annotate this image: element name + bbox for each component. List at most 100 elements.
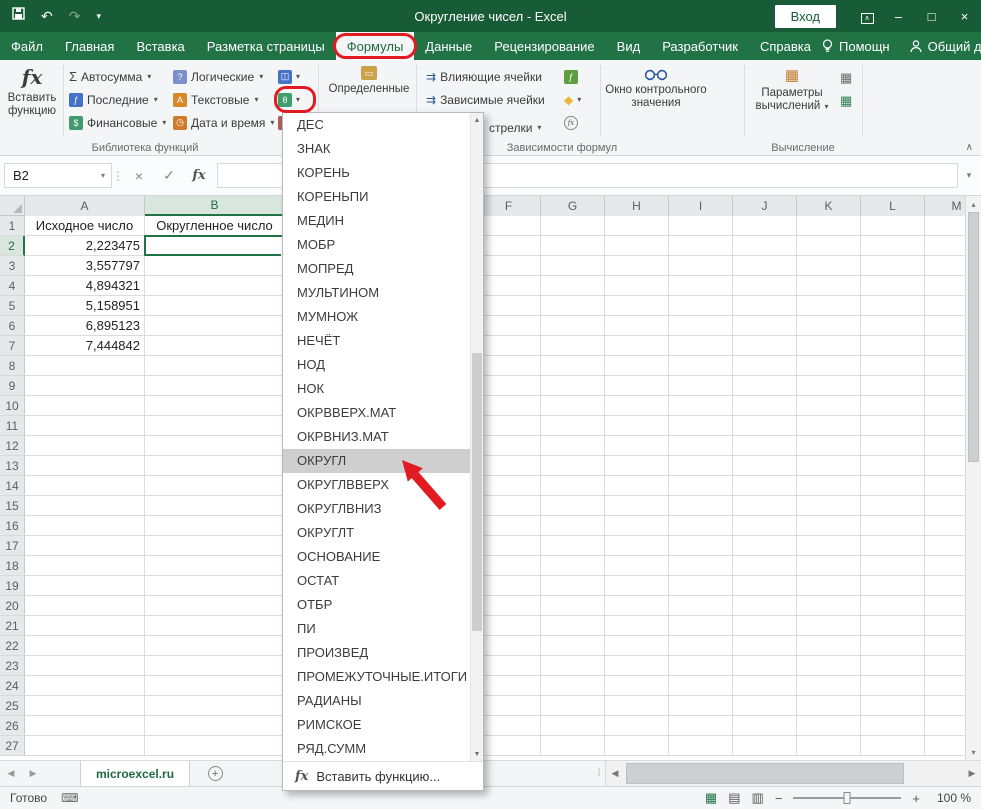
- defined-names-button[interactable]: ▭ Определенные: [326, 66, 412, 96]
- cell-L18[interactable]: [861, 556, 925, 576]
- cell-B6[interactable]: [145, 316, 285, 336]
- cell-F1[interactable]: [477, 216, 541, 236]
- cell-H16[interactable]: [605, 516, 669, 536]
- cell-J20[interactable]: [733, 596, 797, 616]
- cell-G24[interactable]: [541, 676, 605, 696]
- cell-K5[interactable]: [797, 296, 861, 316]
- cell-J8[interactable]: [733, 356, 797, 376]
- cell-A7[interactable]: 7,444842: [25, 336, 145, 356]
- cell-G6[interactable]: [541, 316, 605, 336]
- evaluate-formula-button[interactable]: fx: [564, 112, 598, 133]
- cell-B21[interactable]: [145, 616, 285, 636]
- cell-G18[interactable]: [541, 556, 605, 576]
- cell-K25[interactable]: [797, 696, 861, 716]
- cell-L8[interactable]: [861, 356, 925, 376]
- cell-G12[interactable]: [541, 436, 605, 456]
- menu-item-ОКРВНИЗ.МАТ[interactable]: ОКРВНИЗ.МАТ: [283, 425, 470, 449]
- cell-F7[interactable]: [477, 336, 541, 356]
- cell-J4[interactable]: [733, 276, 797, 296]
- cell-I7[interactable]: [669, 336, 733, 356]
- column-header-G[interactable]: G: [541, 196, 605, 216]
- sign-in-button[interactable]: Вход: [775, 5, 836, 28]
- cell-L21[interactable]: [861, 616, 925, 636]
- row-header-18[interactable]: 18: [0, 556, 25, 576]
- sheet-nav-right-icon[interactable]: ▶: [22, 761, 44, 786]
- cell-H7[interactable]: [605, 336, 669, 356]
- cell-B26[interactable]: [145, 716, 285, 736]
- menu-insert-function-item[interactable]: fx Вставить функцию...: [283, 761, 483, 790]
- cell-G22[interactable]: [541, 636, 605, 656]
- cell-M21[interactable]: [925, 616, 965, 636]
- cell-G25[interactable]: [541, 696, 605, 716]
- cell-I2[interactable]: [669, 236, 733, 256]
- menu-item-ОТБР[interactable]: ОТБР: [283, 593, 470, 617]
- cell-A18[interactable]: [25, 556, 145, 576]
- cell-A20[interactable]: [25, 596, 145, 616]
- name-box-caret-icon[interactable]: ▾: [95, 171, 111, 180]
- menu-scroll-up-icon[interactable]: ▲: [471, 113, 483, 127]
- row-header-22[interactable]: 22: [0, 636, 25, 656]
- cell-J1[interactable]: [733, 216, 797, 236]
- scroll-up-icon[interactable]: ▴: [966, 196, 981, 212]
- menu-item-ПИ[interactable]: ПИ: [283, 617, 470, 641]
- menu-item-КОРЕНЬ[interactable]: КОРЕНЬ: [283, 161, 470, 185]
- cell-F12[interactable]: [477, 436, 541, 456]
- cell-B5[interactable]: [145, 296, 285, 316]
- menu-item-ОКРУГЛТ[interactable]: ОКРУГЛТ: [283, 521, 470, 545]
- cell-H25[interactable]: [605, 696, 669, 716]
- calculation-options-button[interactable]: ▦ Параметры вычислений ▾: [750, 66, 834, 113]
- cell-G13[interactable]: [541, 456, 605, 476]
- cell-B11[interactable]: [145, 416, 285, 436]
- cell-G19[interactable]: [541, 576, 605, 596]
- cell-L27[interactable]: [861, 736, 925, 756]
- error-checking-button[interactable]: ◆ ▾: [564, 89, 598, 110]
- cell-K6[interactable]: [797, 316, 861, 336]
- column-header-A[interactable]: A: [25, 196, 145, 216]
- cell-K23[interactable]: [797, 656, 861, 676]
- cell-K9[interactable]: [797, 376, 861, 396]
- cell-I26[interactable]: [669, 716, 733, 736]
- calculate-sheet-icon[interactable]: ▦: [840, 93, 852, 109]
- cell-G11[interactable]: [541, 416, 605, 436]
- cell-H27[interactable]: [605, 736, 669, 756]
- menu-scrollbar[interactable]: ▲ ▼: [470, 113, 483, 761]
- cell-I8[interactable]: [669, 356, 733, 376]
- financial-button[interactable]: $ Финансовые ▾: [67, 112, 168, 133]
- cell-J24[interactable]: [733, 676, 797, 696]
- cell-G27[interactable]: [541, 736, 605, 756]
- menu-item-НЕЧЁТ[interactable]: НЕЧЁТ: [283, 329, 470, 353]
- cell-H23[interactable]: [605, 656, 669, 676]
- cell-J11[interactable]: [733, 416, 797, 436]
- cell-A24[interactable]: [25, 676, 145, 696]
- cell-I20[interactable]: [669, 596, 733, 616]
- cell-F26[interactable]: [477, 716, 541, 736]
- cell-L16[interactable]: [861, 516, 925, 536]
- cell-A25[interactable]: [25, 696, 145, 716]
- cell-M5[interactable]: [925, 296, 965, 316]
- sheet-nav-left-icon[interactable]: ◀: [0, 761, 22, 786]
- cell-M23[interactable]: [925, 656, 965, 676]
- cell-L19[interactable]: [861, 576, 925, 596]
- cell-I13[interactable]: [669, 456, 733, 476]
- cell-K7[interactable]: [797, 336, 861, 356]
- cell-K26[interactable]: [797, 716, 861, 736]
- cell-H20[interactable]: [605, 596, 669, 616]
- cell-F6[interactable]: [477, 316, 541, 336]
- cell-H19[interactable]: [605, 576, 669, 596]
- menu-item-НОК[interactable]: НОК: [283, 377, 470, 401]
- cell-G15[interactable]: [541, 496, 605, 516]
- show-formulas-button[interactable]: ƒ: [564, 66, 598, 87]
- cell-B3[interactable]: [145, 256, 285, 276]
- cell-M1[interactable]: [925, 216, 965, 236]
- cell-H22[interactable]: [605, 636, 669, 656]
- cell-M10[interactable]: [925, 396, 965, 416]
- tab-Рецензирование[interactable]: Рецензирование: [483, 32, 605, 60]
- cell-K4[interactable]: [797, 276, 861, 296]
- cell-H12[interactable]: [605, 436, 669, 456]
- cell-B22[interactable]: [145, 636, 285, 656]
- lookup-reference-button[interactable]: ◫ ▾: [278, 66, 312, 87]
- cell-F21[interactable]: [477, 616, 541, 636]
- cell-L7[interactable]: [861, 336, 925, 356]
- zoom-level-label[interactable]: 100 %: [931, 791, 971, 805]
- cell-H13[interactable]: [605, 456, 669, 476]
